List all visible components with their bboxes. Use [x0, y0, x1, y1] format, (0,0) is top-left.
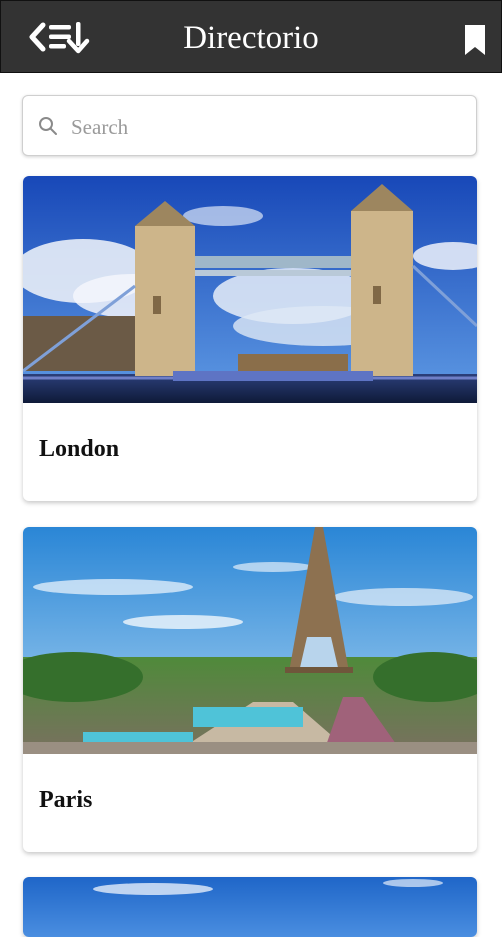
bookmark-icon[interactable] [463, 24, 487, 56]
city-card-third[interactable] [23, 877, 477, 937]
search-input[interactable] [69, 106, 463, 148]
paris-eiffel-tower-image [23, 527, 477, 754]
search-icon [39, 117, 57, 135]
page-title: Directorio [183, 20, 319, 56]
app-header: Directorio [0, 0, 502, 73]
city-image-partial [23, 877, 477, 937]
city-name-london: London [39, 436, 120, 462]
london-tower-bridge-image [23, 176, 477, 403]
city-card-london[interactable]: London [23, 176, 477, 501]
search-box [22, 95, 477, 156]
city-name-paris: Paris [39, 787, 93, 813]
city-card-paris[interactable]: Paris [23, 527, 477, 852]
